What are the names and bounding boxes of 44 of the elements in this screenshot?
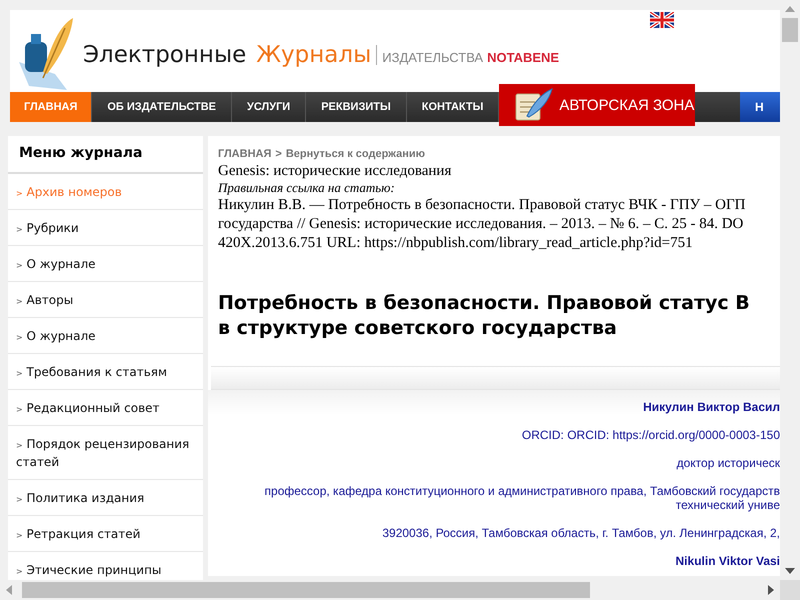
scroll-down-icon[interactable]	[785, 568, 795, 574]
breadcrumb-link[interactable]: Вернуться к содержанию	[286, 148, 426, 160]
sidebar-item[interactable]: > Редакционный совет	[8, 390, 203, 426]
citation-text: 420X.2013.6.751 URL: https://nbpublish.com/library_read_article.php?id=751	[218, 234, 694, 253]
article-title: в структуре советского государства	[218, 316, 618, 341]
nav-tab[interactable]: УСЛУГИ	[232, 92, 306, 122]
scroll-thumb[interactable]	[22, 582, 590, 598]
scroll-right-icon[interactable]	[768, 585, 774, 595]
author-name-english: Nikulin Viktor Vasi	[674, 554, 780, 568]
author-degree: доктор историческ	[676, 456, 780, 470]
author-orcid: ORCID: ORCID: https://orcid.org/0000-0003-150	[520, 428, 780, 442]
brand-label: NOTABENE	[487, 50, 560, 65]
author-name: Никулин Виктор Васил	[642, 400, 780, 414]
author-address: 3920036, Россия, Тамбовская область, г. Тамбов, ул. Ленинградская, 2,	[381, 526, 780, 540]
logo-title-accent: Журналы	[256, 42, 372, 68]
sidebar-item[interactable]: > Ретракция статей	[8, 516, 203, 552]
breadcrumb-separator: >	[275, 148, 282, 160]
citation-text: Никулин В.В. — Потребность в безопасности. Правовой статус ВЧК - ГПУ – ОГП	[218, 196, 746, 215]
logo-title: Электронные	[83, 42, 246, 68]
sidebar-item[interactable]: > Порядок рецензирования статей	[8, 426, 203, 480]
sidebar-item[interactable]: > Политика издания	[8, 480, 203, 516]
sidebar-title: Меню журнала	[8, 136, 203, 174]
quill-paper-icon	[513, 88, 554, 122]
sidebar-item[interactable]: > Авторы	[8, 282, 203, 318]
breadcrumb-link[interactable]: ГЛАВНАЯ	[218, 148, 272, 160]
sidebar-item[interactable]: > О журнале	[8, 246, 203, 282]
scroll-left-icon[interactable]	[6, 585, 12, 595]
nav-tab[interactable]: РЕКВИЗИТЫ	[306, 92, 407, 122]
sidebar-item[interactable]: > Рубрики	[8, 210, 203, 246]
journal-name: Genesis: исторические исследования	[218, 163, 452, 180]
author-zone-button[interactable]: АВТОРСКАЯ ЗОНА	[499, 84, 696, 126]
citation-label: Правильная ссылка на статью:	[218, 180, 396, 196]
publisher-label: ИЗДАТЕЛЬСТВА	[382, 50, 484, 65]
nav-tab[interactable]: Н	[740, 92, 780, 122]
nav-tab[interactable]: ОБ ИЗДАТЕЛЬСТВЕ	[92, 92, 232, 122]
author-position: профессор, кафедра конституционного и административного права, Тамбовский государств	[264, 484, 780, 498]
citation-text: государства // Genesis: исторические исследования. – 2013. – № 6. – С. 25 - 84. DO	[218, 215, 744, 234]
uk-flag-icon[interactable]	[650, 12, 674, 28]
scroll-up-icon[interactable]	[785, 6, 795, 12]
sidebar-item[interactable]: > О журнале	[8, 318, 203, 354]
author-position: технический униве	[674, 498, 780, 512]
sidebar-item[interactable]: > Требования к статьям	[8, 354, 203, 390]
scroll-thumb[interactable]	[782, 18, 798, 42]
article-title: Потребность в безопасности. Правовой статус В	[218, 291, 751, 316]
